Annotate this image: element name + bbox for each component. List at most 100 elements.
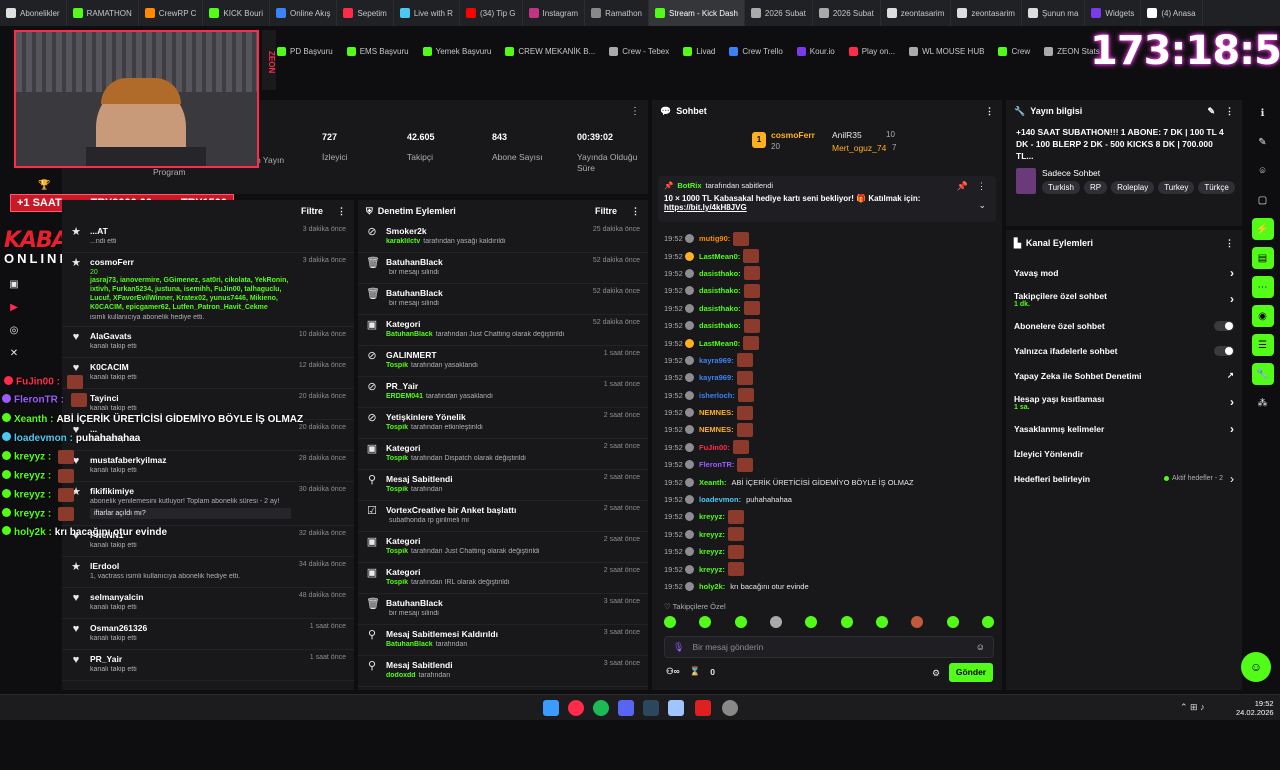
chat-user[interactable]: Xeanth:	[699, 478, 727, 487]
emote-icon[interactable]	[946, 616, 959, 628]
pin-menu-icon[interactable]: ⋮	[977, 181, 986, 192]
chat-input[interactable]: 🎙 Bir mesaj gönderin ☺	[664, 636, 994, 658]
filter-button[interactable]: Filtre	[301, 206, 323, 216]
channel-action-item[interactable]: Yavaş mod ›	[1006, 260, 1242, 285]
channel-action-item[interactable]: Abonelere özel sohbet	[1006, 313, 1242, 338]
activity-row[interactable]: ♥ AlaGavats kanalı takip etti 10 dakika önc…	[62, 327, 354, 358]
stream-tag[interactable]: Turkish	[1042, 181, 1080, 194]
bookmark-item[interactable]: EMS Başvuru	[340, 46, 416, 56]
emote-icon[interactable]	[875, 616, 888, 628]
channel-actions-menu-icon[interactable]: ⋮	[1225, 238, 1234, 249]
camera-icon[interactable]: ⌾	[1252, 160, 1274, 182]
emoji-icon[interactable]: ☺	[976, 642, 985, 652]
browser-tab[interactable]: zeontasarim	[951, 0, 1022, 26]
menu-icon[interactable]: ⋮	[630, 106, 640, 117]
emote-icon[interactable]	[805, 616, 818, 628]
instagram-icon[interactable]: ◎	[7, 325, 21, 339]
obs-icon[interactable]	[722, 700, 738, 716]
chevron-right-icon[interactable]: ›	[1230, 472, 1234, 486]
emote-icon[interactable]	[911, 616, 924, 628]
activity-row[interactable]: ♥ K0CACIM kanalı takip etti 12 dakika önce	[62, 358, 354, 389]
activity-row[interactable]: ♥ Osman261326 kanalı takip etti 1 saat önce	[62, 619, 354, 650]
bolt-icon[interactable]: ⚡	[1251, 218, 1274, 240]
bookmark-item[interactable]: CREW MEKANİK B...	[498, 46, 602, 56]
send-button[interactable]: Gönder	[949, 663, 993, 682]
moderation-row[interactable]: ⊘ Smoker2k karaklilctv tarafından yasağı ka…	[358, 222, 648, 253]
browser-tab[interactable]: RAMATHON	[67, 0, 139, 26]
tray-icons[interactable]: ⌃ ⊞ ♪	[1180, 702, 1205, 713]
chat-message[interactable]: 19:52 kayra969:	[652, 352, 992, 369]
chat-settings-icon[interactable]: ⚙	[932, 668, 940, 679]
chevron-right-icon[interactable]: ›	[1230, 266, 1234, 280]
chat-user[interactable]: LastMean0:	[699, 252, 740, 261]
moderation-row[interactable]: 🗑 BatuhanBlack bir mesajı silindi 52 dakika…	[358, 253, 648, 284]
chat-user[interactable]: kreyyz:	[699, 547, 725, 556]
chat-user[interactable]: NEMNES:	[699, 425, 734, 434]
toggle-switch[interactable]	[1214, 345, 1234, 356]
chevron-right-icon[interactable]: ›	[1230, 395, 1234, 409]
apps-icon[interactable]: ⁂	[1252, 392, 1274, 414]
chat-message[interactable]: 19:52 loadevmon: puhahahahaa	[652, 491, 992, 508]
users-icon[interactable]: ⚇∞	[666, 666, 680, 677]
chat-user[interactable]: loadevmon:	[699, 495, 741, 504]
browser-tab[interactable]: Abonelikler	[0, 0, 67, 26]
emote-icon[interactable]	[664, 616, 676, 628]
chat-message[interactable]: 19:52 NEMNES:	[652, 404, 992, 421]
stream-tag[interactable]: Turkey	[1158, 181, 1195, 194]
chevron-right-icon[interactable]: ›	[1230, 422, 1234, 436]
moderation-filter-button[interactable]: Filtre	[595, 206, 617, 217]
moderation-row[interactable]: ☑ VortexCreative bir Anket başlattı subath…	[358, 501, 648, 532]
chat-user[interactable]: FleronTR:	[699, 460, 734, 469]
category-thumbnail[interactable]	[1016, 168, 1036, 194]
edit-icon[interactable]: ✎	[1207, 106, 1215, 117]
x-icon[interactable]: ✕	[7, 348, 21, 362]
document-icon[interactable]: ▤	[1251, 247, 1274, 269]
bookmark-item[interactable]: Yemek Başvuru	[416, 46, 499, 56]
pin-action-icon[interactable]: 📌	[957, 181, 968, 192]
browser-tab[interactable]: (34) Tip G	[460, 0, 523, 26]
chat-message[interactable]: 19:52 kreyyz:	[652, 526, 992, 543]
spotify-icon[interactable]	[593, 700, 609, 716]
browser-tab[interactable]: Şunun ma	[1022, 0, 1086, 26]
chat-message[interactable]: 19:52 Xeanth: ABİ İÇERİK ÜRETİCİSİ GİDEMİY…	[652, 473, 992, 490]
browser-tab[interactable]: Online Akış	[270, 0, 338, 26]
discord-icon[interactable]	[618, 700, 634, 716]
chat-message[interactable]: 19:52 dasisthako:	[652, 317, 992, 334]
app-icon[interactable]	[668, 700, 684, 716]
moderation-row[interactable]: ⚲ Mesaj Sabitlendi Tospik tarafından 2 saat …	[358, 470, 648, 501]
bookmark-item[interactable]: Livad	[676, 46, 722, 56]
chat-user[interactable]: kreyyz:	[699, 565, 725, 574]
chat-user[interactable]: dasisthako:	[699, 269, 741, 278]
chat-message[interactable]: 19:52 holy2k: krı bacağını otur evinde	[652, 578, 992, 595]
chat-message[interactable]: 19:52 kreyyz:	[652, 560, 992, 577]
emote-icon[interactable]	[699, 616, 712, 628]
activity-row[interactable]: ★ lErdool 1, vactrass isimli kullanıcıya a…	[62, 557, 354, 588]
bookmark-item[interactable]: Crew - Tebex	[602, 46, 676, 56]
chat-user[interactable]: kayra969:	[699, 356, 734, 365]
external-link-icon[interactable]: ↗	[1227, 370, 1234, 381]
steam-icon[interactable]	[643, 700, 659, 716]
bookmark-item[interactable]: Crew Trello	[722, 46, 789, 56]
activity-row[interactable]: ★ fikifikimiye abonelik yenilemesini kutlu…	[62, 482, 354, 526]
mic-icon[interactable]: 🎙	[673, 642, 684, 653]
moderation-row[interactable]: ⚲ Mesaj Sabitlendi dodoxdd tarafından 3 saat…	[358, 656, 648, 687]
browser-tab[interactable]: Instagram	[523, 0, 586, 26]
chat-user[interactable]: kayra969:	[699, 373, 734, 382]
bookmark-item[interactable]: Kour.io	[790, 46, 842, 56]
stream-tag[interactable]: Roleplay	[1111, 181, 1155, 194]
chat-message[interactable]: 19:52 FleronTR:	[652, 456, 992, 473]
moderation-row[interactable]: ⊘ Yetişkinlere Yönelik Tospik tarafından et…	[358, 408, 648, 439]
chat-user[interactable]: mutig90:	[699, 234, 730, 243]
browser-tab[interactable]: Widgets	[1085, 0, 1142, 26]
browser-tab[interactable]: Ramathon	[585, 0, 650, 26]
channel-action-item[interactable]: Hedefleri belirleyin Aktif hedefler - 2 ›	[1006, 466, 1242, 491]
moderation-row[interactable]: 🗑 BatuhanBlack bir mesajı silindi 3 saat ön…	[358, 594, 648, 625]
youtube-icon[interactable]: ▶	[7, 302, 21, 316]
moderation-menu-icon[interactable]: ⋮	[631, 206, 640, 217]
activity-row[interactable]: ♥ selmanyalcin kanalı takip etti 48 dakika …	[62, 588, 354, 619]
chat-user[interactable]: dasisthako:	[699, 304, 741, 313]
chat-message[interactable]: 19:52 mutig90:	[652, 230, 992, 247]
browser-tab[interactable]: KICK Bouri	[203, 0, 270, 26]
broadcast-icon[interactable]: ◉	[1251, 305, 1274, 327]
chat-message[interactable]: 19:52 kreyyz:	[652, 543, 992, 560]
